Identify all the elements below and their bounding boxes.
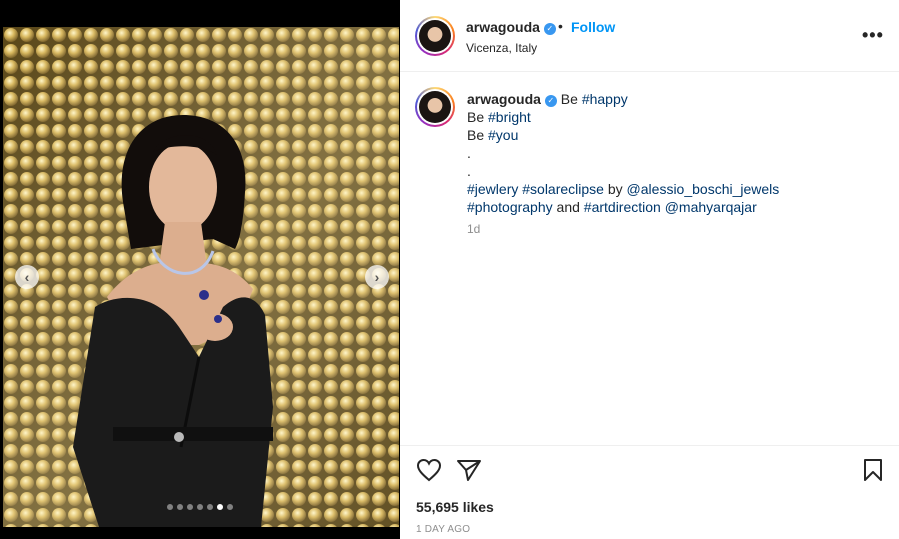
mention-link[interactable]: @mahyarqajar: [665, 199, 757, 215]
sequin-backdrop-photo: [3, 27, 399, 527]
carousel-indicator: [0, 504, 400, 510]
heart-icon[interactable]: [416, 458, 442, 487]
author-avatar[interactable]: [415, 16, 455, 56]
media-panel: ‹ ›: [0, 0, 400, 539]
location-link[interactable]: Vicenza, Italy: [466, 41, 537, 55]
avatar-image: [419, 91, 451, 123]
hashtag-link[interactable]: #solareclipse: [522, 181, 604, 197]
verified-badge-icon: ✓: [544, 95, 557, 107]
hashtag-link[interactable]: #artdirection: [584, 199, 661, 215]
bookmark-icon[interactable]: [862, 458, 884, 487]
caption-line2-text: Be: [467, 109, 489, 125]
action-bar: [400, 445, 899, 495]
verified-badge-icon: ✓: [543, 22, 556, 35]
avatar-image: [419, 20, 451, 52]
more-options-icon[interactable]: •••: [862, 26, 884, 44]
author-username[interactable]: arwagouda ✓: [466, 19, 556, 35]
caption-line1-text: Be: [560, 91, 582, 107]
carousel-dot: [197, 504, 203, 510]
carousel-next-button[interactable]: ›: [365, 265, 389, 289]
caption-line3-text: Be: [467, 127, 489, 143]
carousel-dot: [207, 504, 213, 510]
post-details-panel: arwagouda ✓ • Follow Vicenza, Italy ••• a…: [400, 0, 899, 539]
caption-avatar[interactable]: [415, 87, 455, 127]
caption-line4: .: [467, 145, 471, 161]
hashtag-link[interactable]: #jewlery: [467, 181, 518, 197]
post-timestamp[interactable]: 1 DAY AGO: [416, 524, 470, 535]
carousel-prev-button[interactable]: ‹: [15, 265, 39, 289]
post-photo: [3, 27, 399, 527]
post-header: arwagouda ✓ • Follow Vicenza, Italy •••: [400, 0, 899, 72]
username-text[interactable]: arwagouda: [466, 19, 540, 35]
caption-by-text: by: [603, 181, 627, 197]
mention-link[interactable]: @alessio_boschi_jewels: [627, 181, 780, 197]
caption-username[interactable]: arwagouda: [467, 91, 541, 107]
caption-line5: .: [467, 163, 471, 179]
carousel-dot: [167, 504, 173, 510]
hashtag-link[interactable]: #you: [488, 127, 518, 143]
caption-and-text: and: [552, 199, 584, 215]
carousel-dot: [187, 504, 193, 510]
hashtag-link[interactable]: #photography: [467, 199, 553, 215]
hashtag-link[interactable]: #bright: [488, 109, 531, 125]
carousel-dot: [227, 504, 233, 510]
carousel-dot: [217, 504, 223, 510]
hashtag-link[interactable]: #happy: [582, 91, 628, 107]
carousel-dot: [177, 504, 183, 510]
caption-timestamp[interactable]: 1d: [467, 222, 480, 236]
follow-button[interactable]: Follow: [571, 19, 615, 35]
header-separator: •: [558, 18, 563, 34]
paper-plane-icon[interactable]: [456, 458, 482, 487]
caption-text: arwagouda ✓ Be #happy Be #bright Be #you …: [467, 90, 887, 216]
likes-count[interactable]: 55,695 likes: [416, 499, 494, 515]
